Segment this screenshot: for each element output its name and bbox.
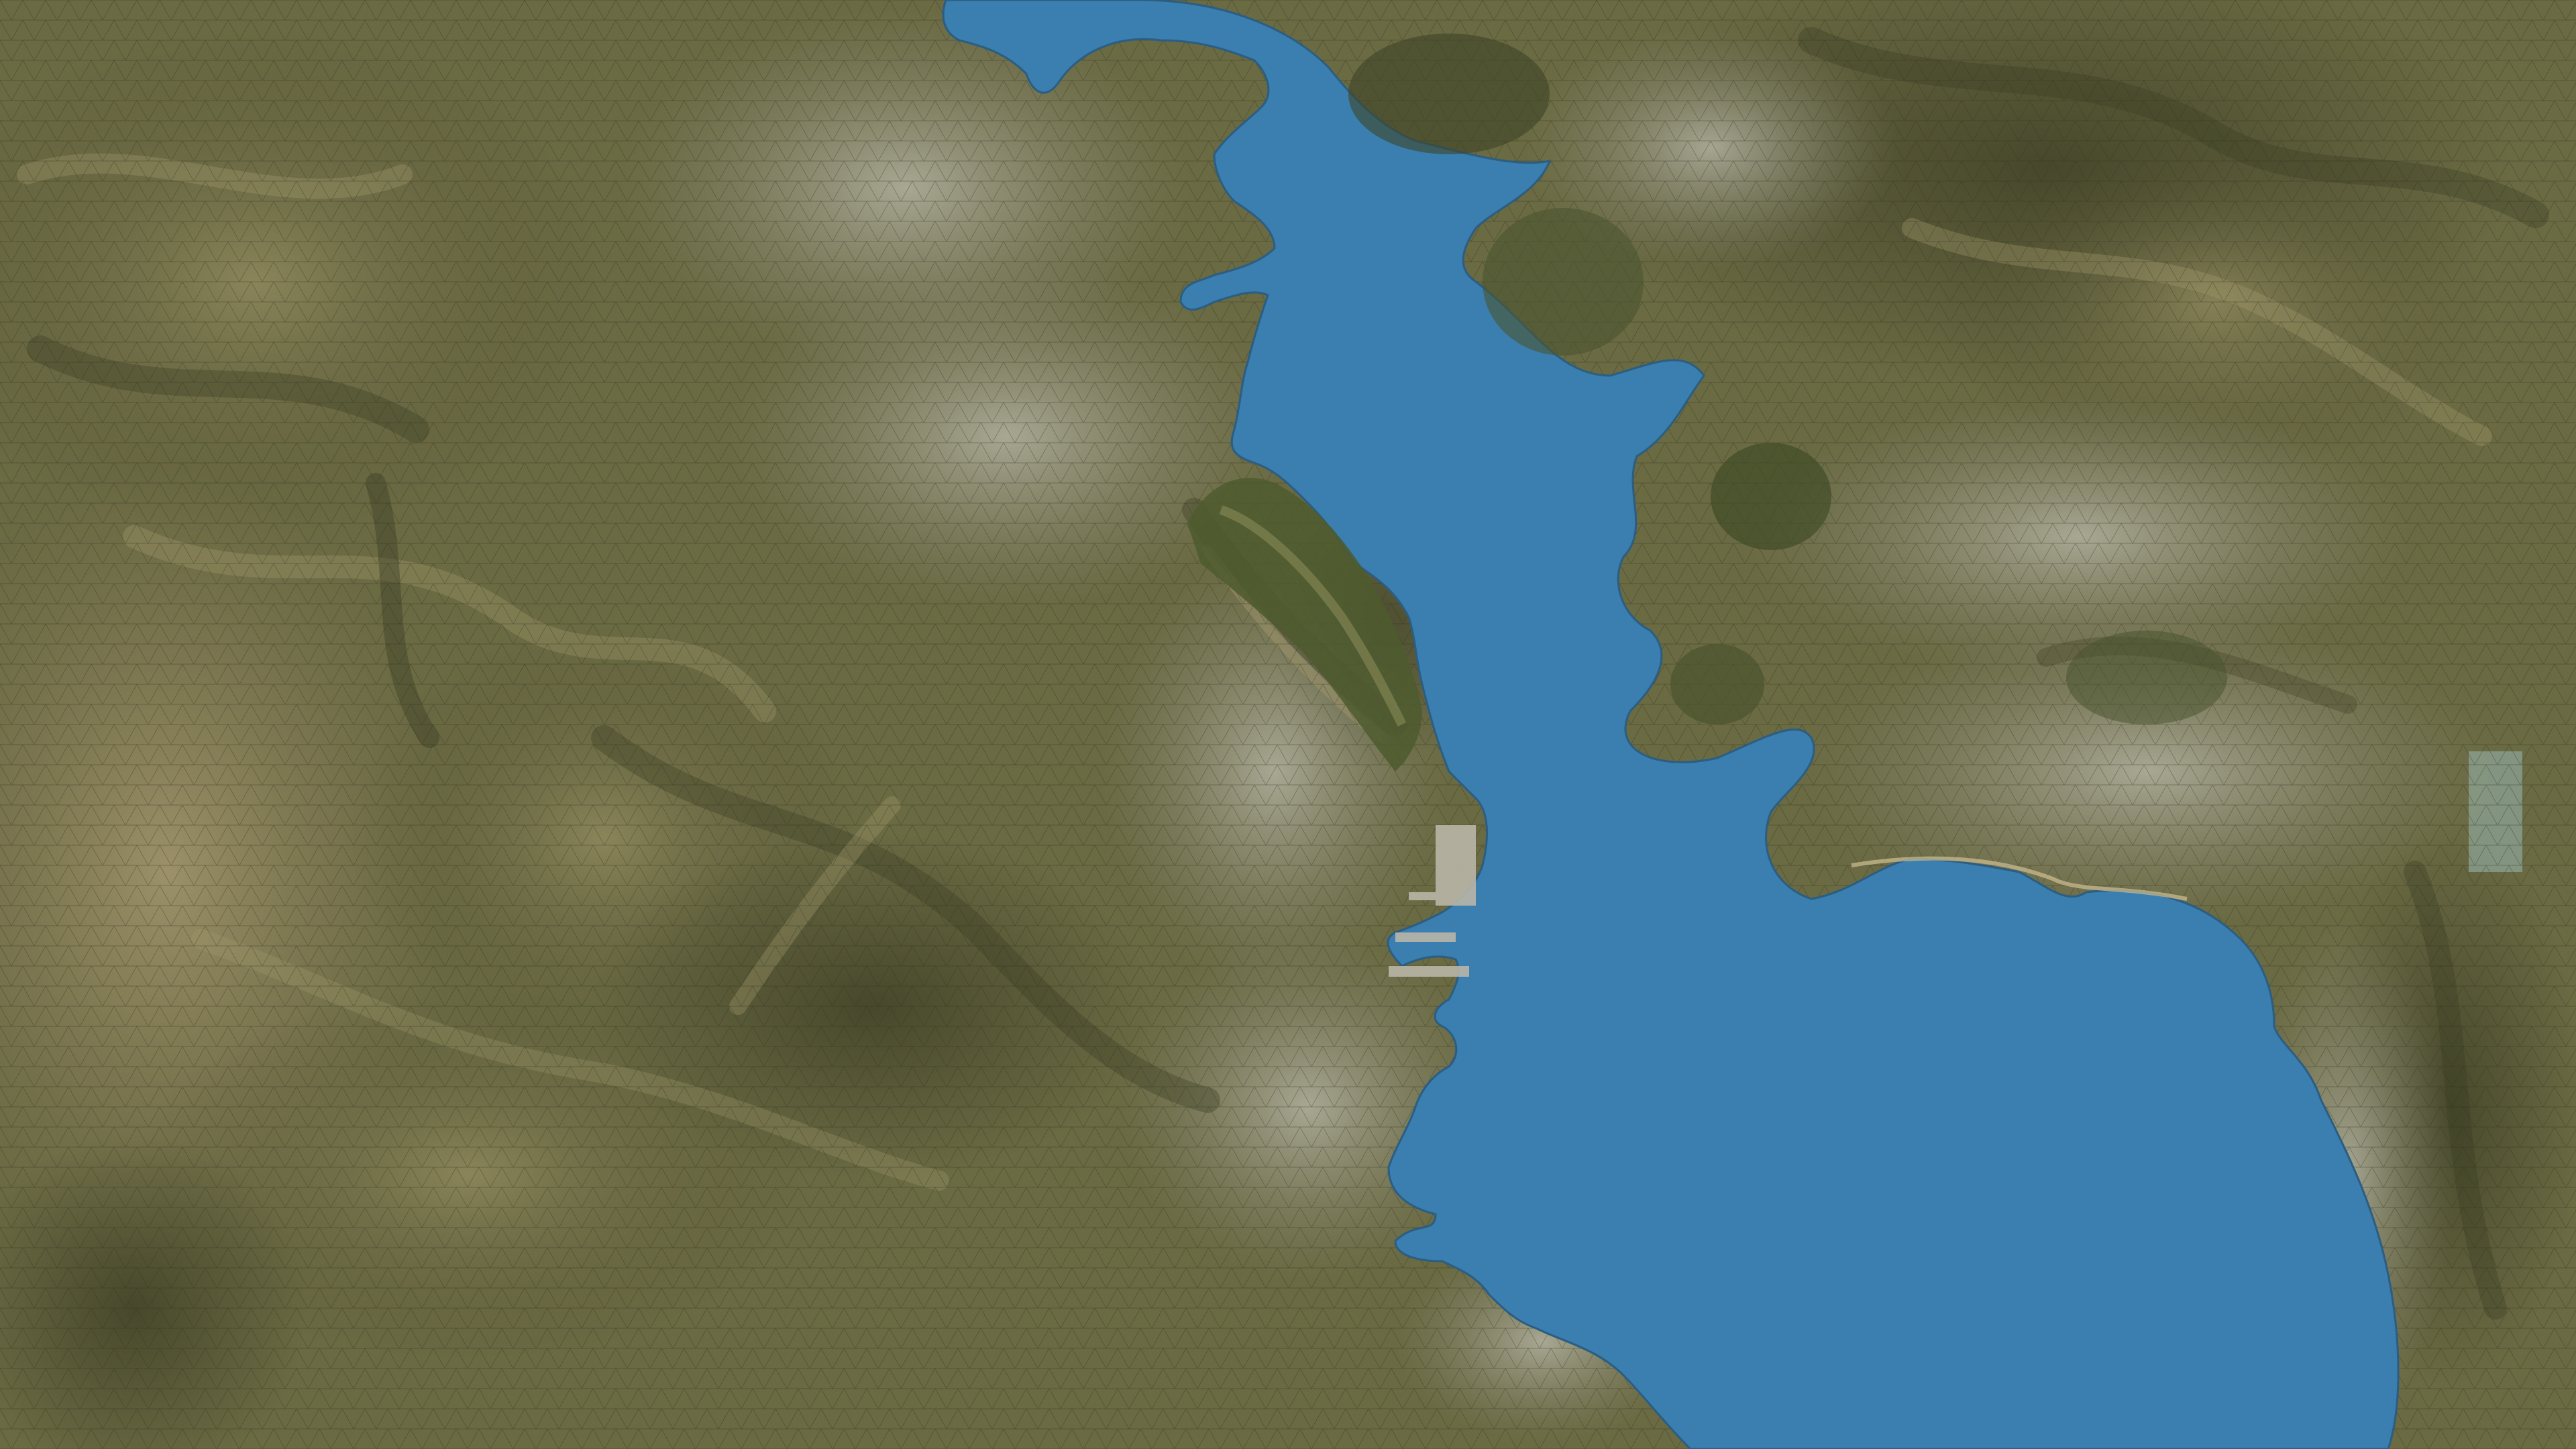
terrain-mesh-map[interactable]	[0, 0, 2576, 1449]
map-viewport[interactable]	[0, 0, 2576, 1449]
